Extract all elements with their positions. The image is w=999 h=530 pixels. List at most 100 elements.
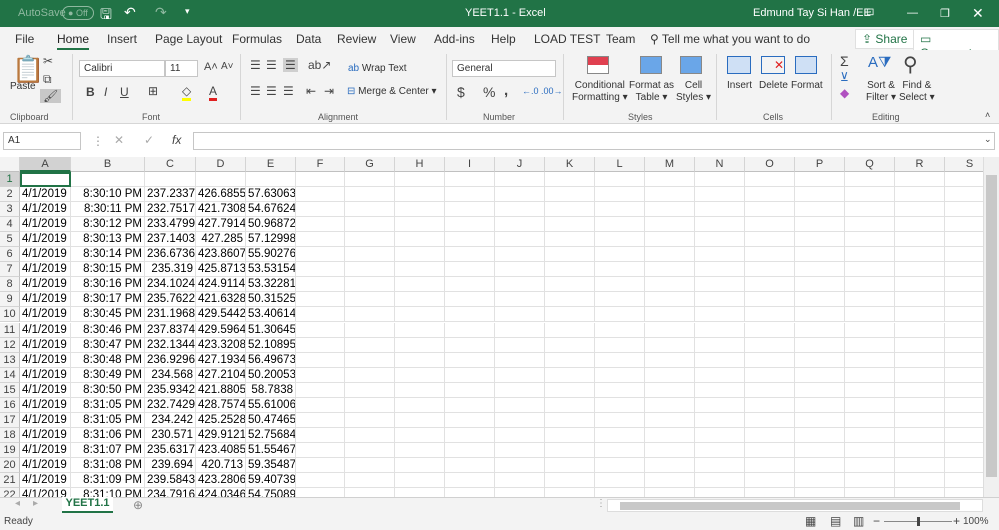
cell-M19[interactable]	[645, 442, 695, 458]
cell-F20[interactable]	[296, 457, 345, 473]
cell-L12[interactable]	[595, 337, 645, 353]
column-header-B[interactable]: B	[71, 157, 145, 172]
cell-F18[interactable]	[296, 427, 345, 443]
cell-K4[interactable]	[545, 217, 595, 233]
cell-E12[interactable]: 52.10895	[246, 337, 296, 353]
cell-K11[interactable]	[545, 322, 595, 338]
cell-J16[interactable]	[495, 397, 545, 413]
row-header[interactable]: 7	[0, 262, 20, 278]
cell-J2[interactable]	[495, 187, 545, 203]
center-icon[interactable]: ☰	[266, 84, 277, 98]
cell-I15[interactable]	[445, 382, 495, 398]
cell-C18[interactable]: 230.571	[145, 427, 196, 443]
cell-L19[interactable]	[595, 442, 645, 458]
cell-H7[interactable]	[395, 262, 445, 278]
cell-E9[interactable]: 50.31525	[246, 292, 296, 308]
cell-L22[interactable]	[595, 488, 645, 497]
bottom-align-icon[interactable]: ☰	[283, 58, 298, 72]
cell-L20[interactable]	[595, 457, 645, 473]
row-header[interactable]: 11	[0, 322, 20, 338]
cell-A20[interactable]: 4/1/2019	[20, 457, 71, 473]
cell-C1[interactable]	[145, 172, 196, 187]
cell-H9[interactable]	[395, 292, 445, 308]
sheet-tab[interactable]: YEET1.1	[62, 497, 113, 513]
cell-D10[interactable]: 429.5442	[196, 307, 246, 323]
page-break-view-icon[interactable]: ▥	[853, 514, 864, 528]
borders-icon[interactable]: ⊞	[148, 84, 158, 98]
cell-J3[interactable]	[495, 202, 545, 218]
cell-J19[interactable]	[495, 442, 545, 458]
cell-E6[interactable]: 55.90276	[246, 247, 296, 263]
cell-Q6[interactable]	[845, 247, 895, 263]
cell-F21[interactable]	[296, 473, 345, 488]
cell-O4[interactable]	[745, 217, 795, 233]
cell-H17[interactable]	[395, 412, 445, 428]
cell-B3[interactable]: 8:30:11 PM	[71, 202, 145, 218]
tab-view[interactable]: View	[390, 32, 416, 46]
cell-R5[interactable]	[895, 232, 945, 248]
cell-L21[interactable]	[595, 473, 645, 488]
cell-B1[interactable]	[71, 172, 145, 187]
cell-P12[interactable]	[795, 337, 845, 353]
cell-S13[interactable]	[945, 353, 983, 368]
cell-R9[interactable]	[895, 292, 945, 308]
cell-O7[interactable]	[745, 262, 795, 278]
row-header[interactable]: 9	[0, 292, 20, 308]
cell-F8[interactable]	[296, 277, 345, 293]
cell-E1[interactable]	[246, 172, 296, 187]
cell-J11[interactable]	[495, 322, 545, 338]
cell-N21[interactable]	[695, 473, 745, 488]
cell-C10[interactable]: 231.1968	[145, 307, 196, 323]
cell-I12[interactable]	[445, 337, 495, 353]
cell-L16[interactable]	[595, 397, 645, 413]
cell-D1[interactable]	[196, 172, 246, 187]
cell-P19[interactable]	[795, 442, 845, 458]
underline-button[interactable]: U	[120, 85, 129, 99]
cell-F7[interactable]	[296, 262, 345, 278]
cell-S22[interactable]	[945, 488, 983, 497]
cell-A1[interactable]	[20, 172, 71, 187]
cell-C2[interactable]: 237.2337	[145, 187, 196, 203]
cell-S2[interactable]	[945, 187, 983, 203]
cell-G12[interactable]	[345, 337, 395, 353]
cell-S8[interactable]	[945, 277, 983, 293]
cell-L14[interactable]	[595, 367, 645, 383]
cell-N20[interactable]	[695, 457, 745, 473]
decrease-decimal-icon[interactable]: .00→	[541, 86, 563, 96]
cell-A18[interactable]: 4/1/2019	[20, 427, 71, 443]
cell-F12[interactable]	[296, 337, 345, 353]
cell-O8[interactable]	[745, 277, 795, 293]
cell-O6[interactable]	[745, 247, 795, 263]
column-header-R[interactable]: R	[895, 157, 945, 172]
sort-filter-button[interactable]: Sort & Filter ▾	[866, 80, 896, 104]
cell-F2[interactable]	[296, 187, 345, 203]
cell-E20[interactable]: 59.35487	[246, 457, 296, 473]
minimize-icon[interactable]: —	[907, 7, 918, 19]
cell-G6[interactable]	[345, 247, 395, 263]
font-size-dropdown[interactable]: 11	[165, 60, 198, 77]
cell-M13[interactable]	[645, 352, 695, 368]
zoom-in-icon[interactable]: +	[953, 514, 960, 528]
cell-F1[interactable]	[296, 172, 345, 187]
cell-K22[interactable]	[545, 488, 595, 497]
cell-E3[interactable]: 54.67624	[246, 202, 296, 218]
column-header-L[interactable]: L	[595, 157, 645, 172]
cell-A11[interactable]: 4/1/2019	[20, 322, 71, 338]
cell-D14[interactable]: 427.2104	[196, 367, 246, 383]
cell-Q21[interactable]	[845, 473, 895, 488]
cell-S3[interactable]	[945, 202, 983, 218]
italic-button[interactable]: I	[104, 85, 107, 99]
row-header[interactable]: 1	[0, 172, 20, 187]
row-header[interactable]: 15	[0, 382, 20, 398]
cell-K2[interactable]	[545, 187, 595, 203]
cell-C15[interactable]: 235.9342	[145, 382, 196, 398]
cell-O5[interactable]	[745, 232, 795, 248]
cell-F15[interactable]	[296, 382, 345, 398]
cell-G15[interactable]	[345, 382, 395, 398]
cell-N14[interactable]	[695, 367, 745, 383]
cell-Q10[interactable]	[845, 307, 895, 323]
cell-L8[interactable]	[595, 277, 645, 293]
cell-E11[interactable]: 51.30645	[246, 322, 296, 338]
cell-H22[interactable]	[395, 488, 445, 497]
fill-color-icon[interactable]: ◇	[182, 84, 192, 101]
